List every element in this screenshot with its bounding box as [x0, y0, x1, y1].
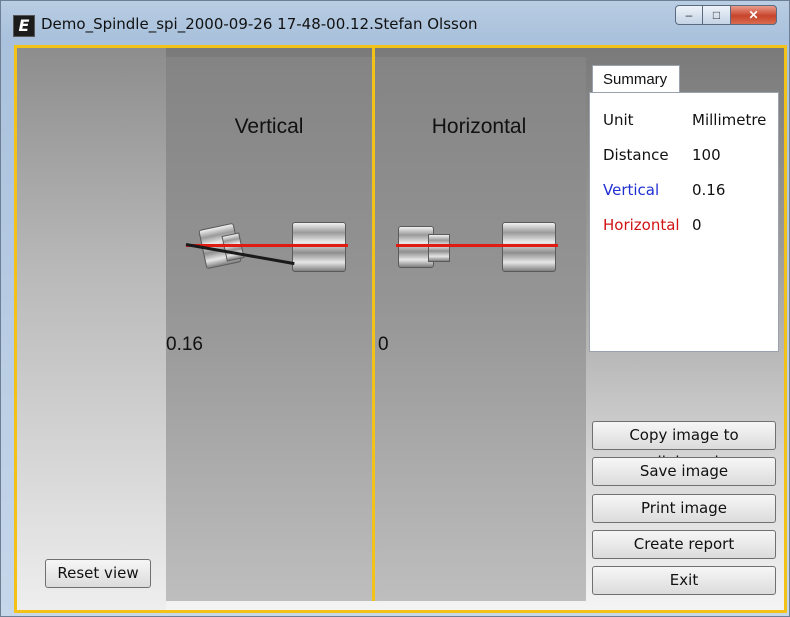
client-area: Vertical 0.16 Horizontal 0 Summary Unit … [14, 45, 787, 613]
horizontal-coupling-right [502, 222, 556, 272]
summary-vertical-label: Vertical [603, 181, 660, 199]
copy-image-button[interactable]: Copy image to clipboard [592, 421, 776, 471]
horizontal-reference-line [396, 244, 558, 247]
alignment-viewport[interactable]: Vertical 0.16 Horizontal 0 [166, 48, 586, 601]
summary-horizontal-label: Horizontal [603, 216, 680, 234]
horizontal-coupling-left-hub [428, 234, 450, 262]
window-controls: – □ ✕ [675, 5, 777, 27]
horizontal-shaft-graphic [384, 212, 584, 282]
vertical-shaft-graphic [174, 212, 374, 282]
exit-button[interactable]: Exit [592, 566, 776, 595]
horizontal-offset-value: 0 [378, 334, 389, 355]
summary-unit-value: Millimetre [692, 111, 767, 129]
window-title: Demo_Spindle_spi_2000-09-26 17-48-00.12.… [41, 15, 478, 33]
reset-view-button[interactable]: Reset view [45, 559, 151, 588]
minimize-button[interactable]: – [675, 5, 703, 25]
app-logo-icon: E [13, 15, 35, 37]
vertical-panel-title: Vertical [234, 115, 304, 138]
tab-summary[interactable]: Summary [592, 65, 680, 93]
title-bar[interactable]: E Demo_Spindle_spi_2000-09-26 17-48-00.1… [1, 1, 790, 45]
summary-horizontal-value: 0 [692, 216, 702, 234]
app-window: E Demo_Spindle_spi_2000-09-26 17-48-00.1… [0, 0, 790, 617]
summary-distance-value: 100 [692, 146, 721, 164]
maximize-button[interactable]: □ [703, 5, 731, 25]
summary-panel: Unit Millimetre Distance 100 Vertical 0.… [589, 92, 779, 352]
print-image-button[interactable]: Print image [592, 494, 776, 523]
vertical-coupling-right [292, 222, 346, 272]
panel-divider [372, 48, 375, 601]
left-pane [17, 48, 166, 610]
summary-unit-label: Unit [603, 111, 634, 129]
horizontal-panel-title: Horizontal [431, 115, 527, 138]
create-report-button[interactable]: Create report [592, 530, 776, 559]
save-image-button[interactable]: Save image [592, 457, 776, 486]
summary-vertical-value: 0.16 [692, 181, 726, 199]
summary-distance-label: Distance [603, 146, 669, 164]
close-button[interactable]: ✕ [731, 5, 777, 25]
vertical-offset-value: 0.16 [166, 334, 203, 355]
